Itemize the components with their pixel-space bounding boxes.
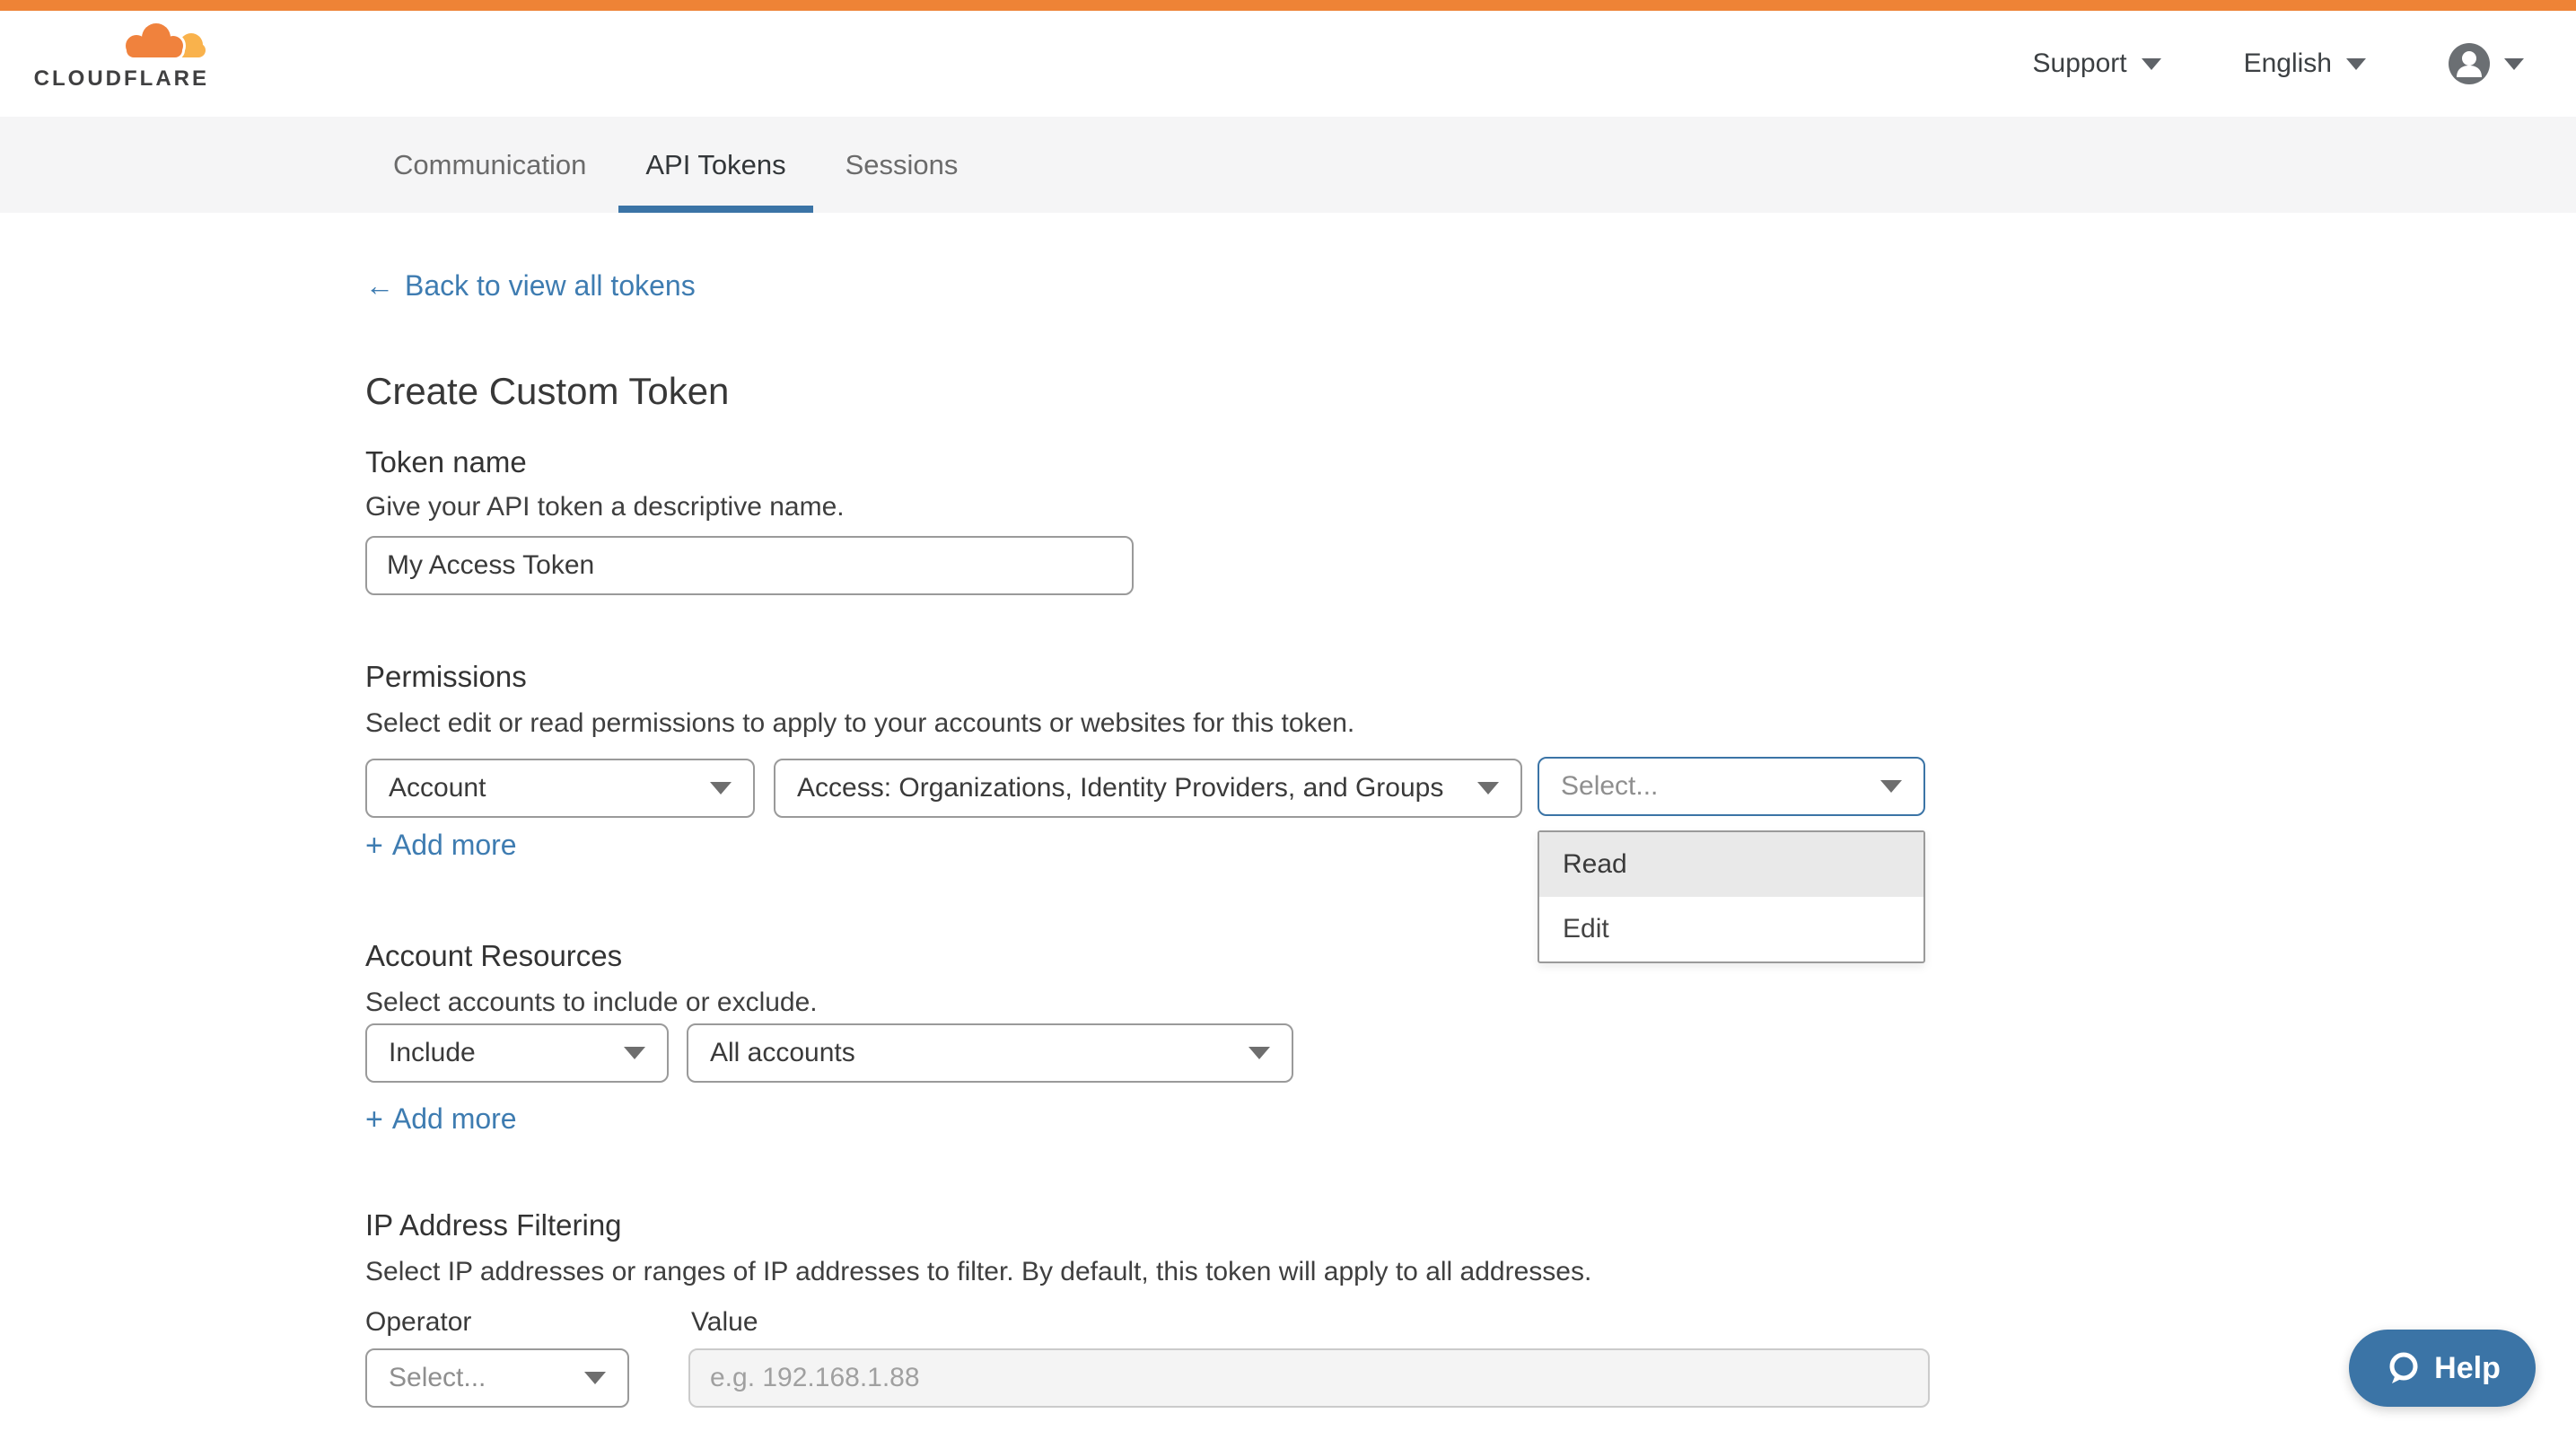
chevron-down-icon [1249, 1047, 1270, 1059]
resource-accounts-value: All accounts [710, 1038, 855, 1068]
permission-access-dropdown[interactable]: Select... [1538, 757, 1925, 816]
ip-filtering-description: Select IP addresses or ranges of IP addr… [365, 1257, 1591, 1287]
ip-filtering-heading: IP Address Filtering [365, 1208, 622, 1242]
back-link-label: Back to view all tokens [405, 269, 696, 303]
page-title: Create Custom Token [365, 370, 729, 413]
brand-color-bar [0, 0, 2576, 11]
tab-communication[interactable]: Communication [366, 117, 613, 213]
account-menu[interactable] [2449, 43, 2524, 84]
permission-group-dropdown[interactable]: Access: Organizations, Identity Provider… [774, 759, 1522, 818]
help-button-label: Help [2434, 1351, 2501, 1386]
ip-operator-dropdown[interactable]: Select... [365, 1348, 629, 1408]
chevron-down-icon [2504, 58, 2524, 70]
resource-mode-dropdown[interactable]: Include [365, 1023, 669, 1083]
token-name-heading: Token name [365, 445, 527, 479]
chevron-down-icon [624, 1047, 645, 1059]
language-label: English [2244, 48, 2332, 79]
resource-mode-value: Include [389, 1038, 476, 1068]
ip-value-input[interactable] [688, 1348, 1930, 1408]
token-name-input[interactable] [365, 536, 1134, 595]
account-resources-description: Select accounts to include or exclude. [365, 988, 818, 1018]
tab-api-tokens[interactable]: API Tokens [618, 117, 812, 213]
permission-group-value: Access: Organizations, Identity Provider… [797, 773, 1443, 803]
plus-icon: + [365, 1104, 383, 1135]
account-resources-add-more-link[interactable]: + Add more [365, 1102, 517, 1136]
cloudflare-wordmark: CLOUDFLARE [34, 68, 209, 90]
cloudflare-logo[interactable]: CLOUDFLARE [52, 20, 209, 90]
chevron-down-icon [2346, 58, 2366, 70]
chevron-down-icon [584, 1372, 606, 1384]
chevron-down-icon [2142, 58, 2161, 70]
user-avatar-icon [2449, 43, 2490, 84]
ip-operator-placeholder: Select... [389, 1363, 486, 1393]
help-button[interactable]: Help [2349, 1330, 2536, 1407]
chat-bubble-icon [2384, 1349, 2422, 1387]
plus-icon: + [365, 830, 383, 861]
value-label: Value [691, 1307, 758, 1338]
account-resources-heading: Account Resources [365, 939, 622, 973]
tab-sessions[interactable]: Sessions [819, 117, 986, 213]
permissions-description: Select edit or read permissions to apply… [365, 708, 1354, 739]
permission-scope-dropdown[interactable]: Account [365, 759, 755, 818]
back-to-tokens-link[interactable]: ← Back to view all tokens [365, 269, 696, 303]
menu-option-read[interactable]: Read [1539, 832, 1923, 897]
permission-access-placeholder: Select... [1561, 771, 1658, 802]
back-arrow-icon: ← [365, 269, 394, 303]
chevron-down-icon [710, 782, 732, 795]
menu-option-edit[interactable]: Edit [1539, 897, 1923, 961]
permission-scope-value: Account [389, 773, 486, 803]
token-name-description: Give your API token a descriptive name. [365, 492, 845, 522]
chevron-down-icon [1880, 780, 1902, 793]
add-more-label: Add more [392, 1102, 517, 1136]
permissions-add-more-link[interactable]: + Add more [365, 829, 517, 862]
support-menu[interactable]: Support [2033, 48, 2161, 79]
resource-accounts-dropdown[interactable]: All accounts [687, 1023, 1293, 1083]
operator-label: Operator [365, 1307, 471, 1338]
tab-bar: Communication API Tokens Sessions [0, 117, 2576, 213]
permissions-heading: Permissions [365, 660, 527, 694]
add-more-label: Add more [392, 829, 517, 862]
chevron-down-icon [1477, 782, 1499, 795]
permission-access-menu: Read Edit [1538, 830, 1925, 963]
language-menu[interactable]: English [2244, 48, 2366, 79]
cloudflare-cloud-icon [112, 20, 209, 66]
header: CLOUDFLARE Support English [0, 11, 2576, 117]
support-label: Support [2033, 48, 2127, 79]
